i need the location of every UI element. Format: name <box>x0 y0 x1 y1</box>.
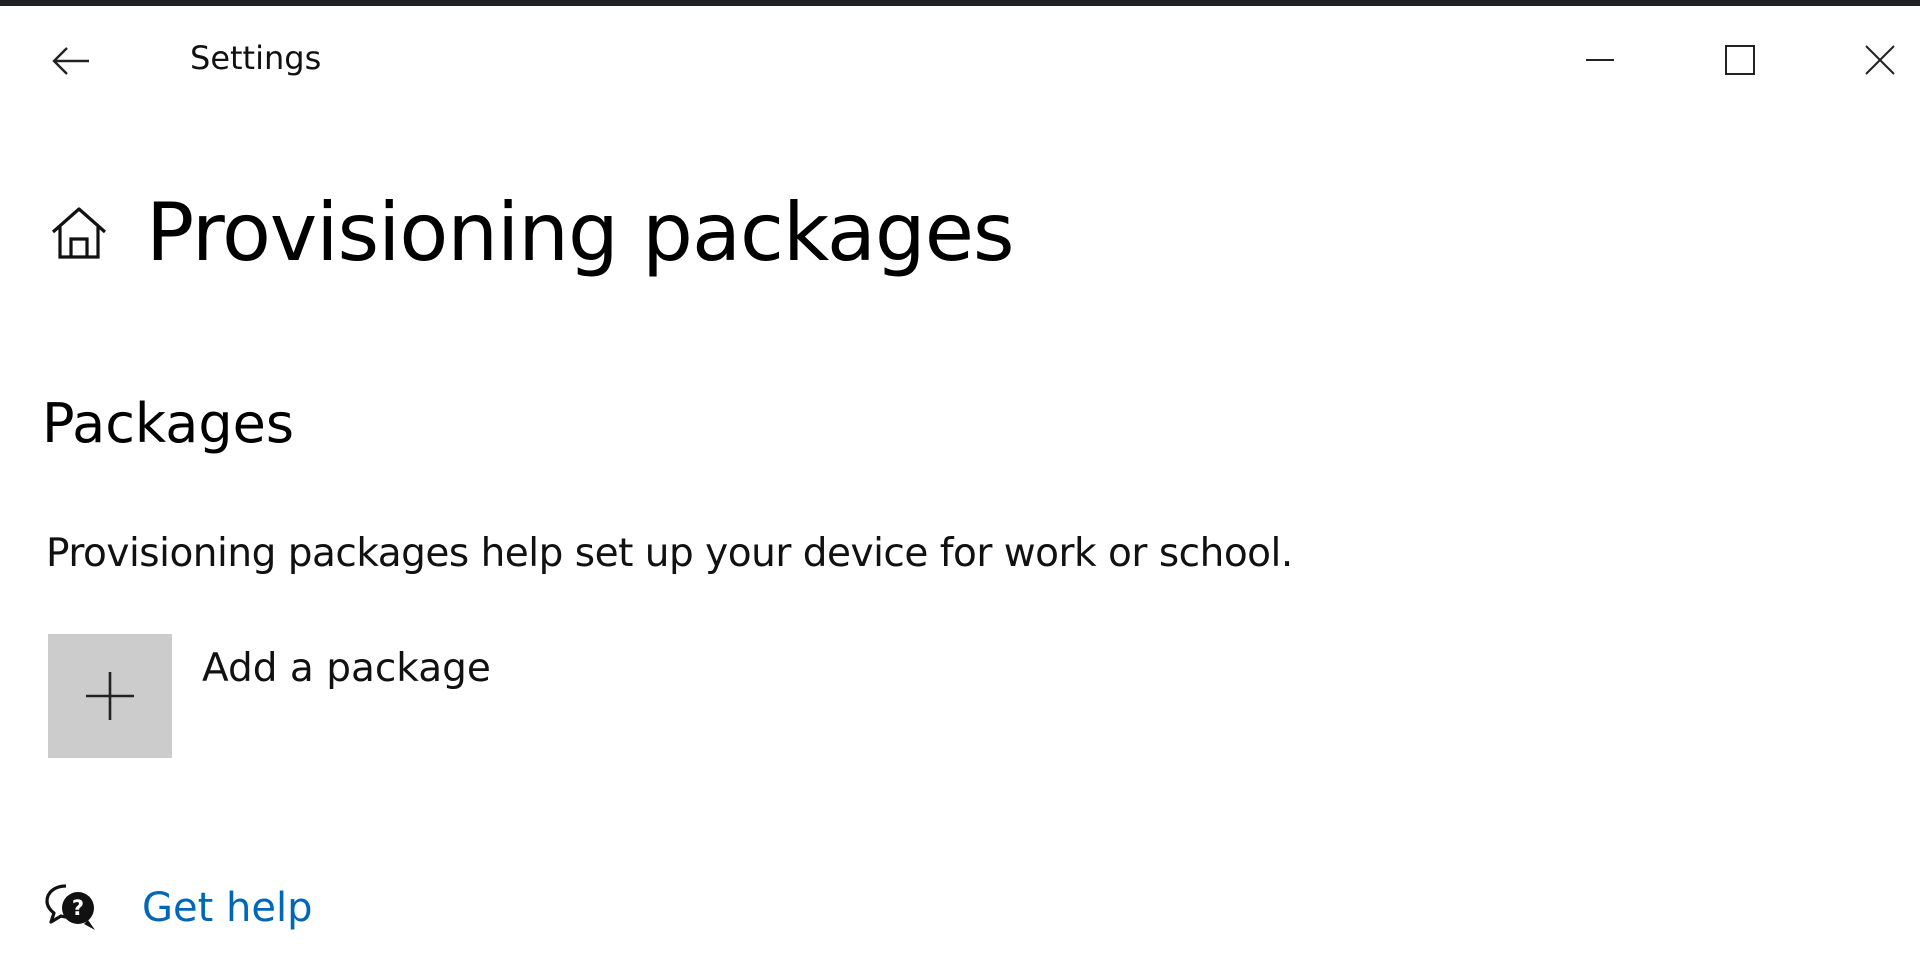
minimize-button[interactable] <box>1560 20 1640 100</box>
home-icon <box>51 207 107 259</box>
page-header: Provisioning packages <box>48 178 1015 288</box>
settings-window: Settings Provisioning packages Packages … <box>0 0 1920 955</box>
app-title: Settings <box>190 39 322 77</box>
minimize-icon <box>1586 59 1614 61</box>
get-help-link[interactable]: ? Get help <box>44 880 312 936</box>
plus-icon <box>86 672 134 720</box>
add-package-button[interactable]: Add a package <box>48 634 491 758</box>
home-button[interactable] <box>48 202 110 264</box>
add-package-label[interactable]: Add a package <box>202 644 491 694</box>
get-help-label[interactable]: Get help <box>142 882 312 934</box>
title-bar: Settings <box>0 6 1920 110</box>
close-button[interactable] <box>1840 20 1920 100</box>
section-heading: Packages <box>42 392 294 455</box>
page-title: Provisioning packages <box>146 186 1015 279</box>
add-package-tile[interactable] <box>48 634 172 758</box>
close-icon <box>1865 45 1895 75</box>
back-button[interactable] <box>36 26 106 96</box>
section-description: Provisioning packages help set up your d… <box>46 531 1293 576</box>
maximize-icon <box>1725 45 1755 75</box>
help-icon-wrap: ? <box>44 880 100 936</box>
back-arrow-icon <box>52 47 89 75</box>
maximize-button[interactable] <box>1700 20 1780 100</box>
chat-help-icon: ? <box>45 884 95 930</box>
svg-text:?: ? <box>72 896 84 920</box>
